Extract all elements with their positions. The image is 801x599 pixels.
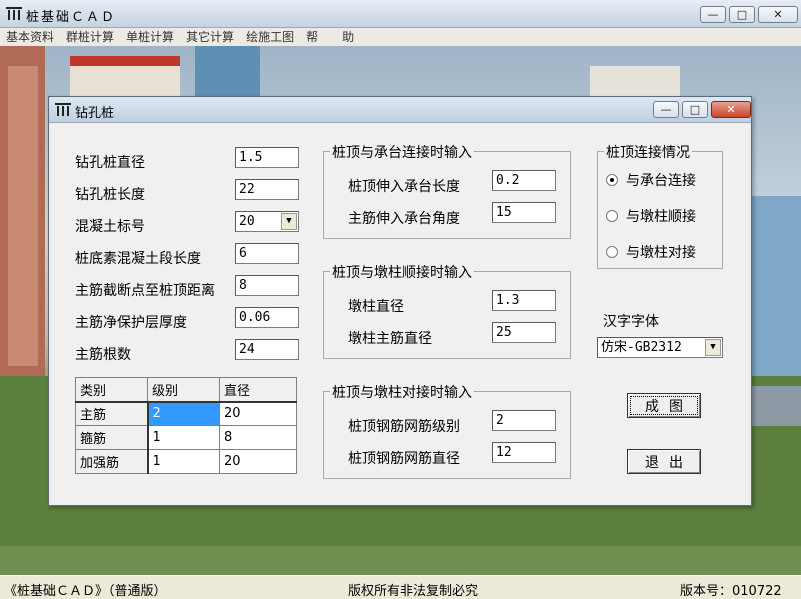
table-cell[interactable]: 20 — [219, 449, 297, 474]
radio-pier-butt[interactable]: 与墩柱对接 — [606, 242, 696, 262]
close-icon: ✕ — [726, 103, 736, 116]
app-title-bar[interactable]: 桩基础ＣＡＤ — □ ✕ — [0, 0, 801, 28]
table-header-grade: 级别 — [147, 377, 220, 403]
table-cell[interactable]: 1 — [147, 425, 220, 450]
font-value: 仿宋-GB2312 — [601, 340, 682, 355]
status-copyright: 版权所有非法复制必究 — [348, 584, 479, 599]
menu-single-pile-calc[interactable]: 单桩计算 — [120, 28, 180, 46]
status-bar: 《桩基础ＣＡＤ》（普通版） 版权所有非法复制必究 版本号：010722 — [0, 575, 801, 599]
dialog-maximize-button[interactable]: □ — [682, 101, 708, 118]
plain-concrete-length-input[interactable]: 6 — [235, 243, 299, 264]
dialog-body: 钻孔桩直径 1.5 钻孔桩长度 22 混凝土标号 20 ▼ 桩底素混凝土段长度 … — [55, 125, 747, 501]
dialog-icon — [55, 103, 71, 116]
chevron-down-icon[interactable]: ▼ — [705, 339, 721, 356]
menu-group-pile-calc[interactable]: 群桩计算 — [60, 28, 120, 46]
chevron-down-icon[interactable]: ▼ — [281, 213, 297, 230]
table-row: 加强筋 1 20 — [75, 449, 297, 474]
radio-cap-connection[interactable]: 与承台连接 — [606, 170, 696, 190]
menu-drawing[interactable]: 绘施工图 — [240, 28, 300, 46]
dialog-minimize-button[interactable]: — — [653, 101, 679, 118]
pier-butt-group-title: 桩顶与墩柱对接时输入 — [330, 382, 474, 402]
radio-icon — [606, 210, 618, 222]
radio-pier-smooth[interactable]: 与墩柱顺接 — [606, 206, 696, 226]
concrete-grade-label: 混凝土标号 — [75, 219, 145, 235]
maximize-button[interactable]: □ — [729, 6, 755, 23]
cap-connection-group: 桩顶与承台连接时输入 桩顶伸入承台长度 0.2 主筋伸入承台角度 15 — [323, 142, 571, 239]
menu-other-calc[interactable]: 其它计算 — [180, 28, 240, 46]
minimize-button[interactable]: — — [700, 6, 726, 23]
table-row-header: 加强筋 — [75, 449, 149, 474]
radio-label: 与墩柱对接 — [626, 245, 696, 261]
pier-smooth-group-title: 桩顶与墩柱顺接时输入 — [330, 262, 474, 282]
radio-selected-icon — [606, 174, 618, 186]
table-header-category: 类别 — [75, 377, 148, 403]
cap-bar-angle-label: 主筋伸入承台角度 — [348, 211, 460, 227]
table-row-header: 箍筋 — [75, 425, 149, 450]
cover-thickness-input[interactable]: 0.06 — [235, 307, 299, 328]
table-cell[interactable]: 8 — [219, 425, 297, 450]
pier-diameter-label: 墩柱直径 — [348, 299, 404, 315]
cap-bar-angle-input[interactable]: 15 — [492, 202, 556, 223]
connection-type-group: 桩顶连接情况 与承台连接 与墩柱顺接 与墩柱对接 — [597, 142, 723, 269]
minimize-icon: — — [707, 8, 719, 21]
table-row-header: 主筋 — [75, 401, 149, 426]
pile-diameter-label: 钻孔桩直径 — [75, 155, 145, 171]
cover-thickness-label: 主筋净保护层厚度 — [75, 315, 187, 331]
table-cell[interactable]: 20 — [219, 401, 297, 426]
pile-diameter-input[interactable]: 1.5 — [235, 147, 299, 168]
cap-connection-group-title: 桩顶与承台连接时输入 — [330, 142, 474, 162]
pier-diameter-input[interactable]: 1.3 — [492, 290, 556, 311]
pile-length-input[interactable]: 22 — [235, 179, 299, 200]
mesh-grade-input[interactable]: 2 — [492, 410, 556, 431]
close-button[interactable]: ✕ — [758, 6, 798, 23]
app-title: 桩基础ＣＡＤ — [26, 10, 117, 25]
exit-button[interactable]: 退出 — [627, 449, 701, 474]
mesh-grade-label: 桩顶钢筋网筋级别 — [348, 419, 460, 435]
concrete-grade-select[interactable]: 20 ▼ — [235, 211, 299, 232]
pier-bar-diameter-input[interactable]: 25 — [492, 322, 556, 343]
table-cell[interactable]: 1 — [147, 449, 220, 474]
minimize-icon: — — [660, 103, 672, 116]
status-version: 版本号：010722 — [680, 584, 782, 599]
bored-pile-dialog: 钻孔桩 — □ ✕ 钻孔桩直径 1.5 钻孔桩长度 22 混凝土标号 20 ▼ … — [48, 96, 752, 506]
pier-bar-diameter-label: 墩柱主筋直径 — [348, 331, 432, 347]
table-header-diameter: 直径 — [219, 377, 297, 403]
cutoff-distance-label: 主筋截断点至桩顶距离 — [75, 283, 215, 299]
dialog-title-bar[interactable]: 钻孔桩 — □ ✕ — [49, 97, 751, 123]
pile-length-label: 钻孔桩长度 — [75, 187, 145, 203]
cutoff-distance-input[interactable]: 8 — [235, 275, 299, 296]
dialog-close-button[interactable]: ✕ — [711, 101, 751, 118]
draw-button[interactable]: 成图 — [627, 393, 701, 418]
font-select[interactable]: 仿宋-GB2312 ▼ — [597, 337, 723, 358]
table-row: 主筋 2 20 — [75, 401, 297, 426]
font-label: 汉字字体 — [603, 314, 659, 330]
dialog-title: 钻孔桩 — [75, 106, 115, 121]
table-cell[interactable]: 2 — [147, 401, 220, 426]
connection-type-group-title: 桩顶连接情况 — [604, 142, 692, 162]
cap-embed-length-label: 桩顶伸入承台长度 — [348, 179, 460, 195]
menu-bar: 基本资料 群桩计算 单桩计算 其它计算 绘施工图 帮 助 — [0, 28, 801, 46]
pier-butt-group: 桩顶与墩柱对接时输入 桩顶钢筋网筋级别 2 桩顶钢筋网筋直径 12 — [323, 382, 571, 479]
mesh-diameter-input[interactable]: 12 — [492, 442, 556, 463]
radio-label: 与承台连接 — [626, 173, 696, 189]
mesh-diameter-label: 桩顶钢筋网筋直径 — [348, 451, 460, 467]
close-icon: ✕ — [773, 8, 783, 21]
maximize-icon: □ — [689, 103, 701, 116]
radio-label: 与墩柱顺接 — [626, 209, 696, 225]
table-row: 箍筋 1 8 — [75, 425, 297, 450]
cap-embed-length-input[interactable]: 0.2 — [492, 170, 556, 191]
maximize-icon: □ — [736, 8, 748, 21]
app-icon — [6, 7, 22, 20]
menu-basic-data[interactable]: 基本资料 — [0, 28, 60, 46]
radio-icon — [606, 246, 618, 258]
pier-smooth-group: 桩顶与墩柱顺接时输入 墩柱直径 1.3 墩柱主筋直径 25 — [323, 262, 571, 359]
menu-help[interactable]: 帮 助 — [300, 28, 360, 46]
concrete-grade-value: 20 — [239, 214, 255, 229]
rebar-table: 类别 级别 直径 主筋 2 20 箍筋 1 8 加强筋 1 20 — [75, 377, 297, 474]
bar-count-label: 主筋根数 — [75, 347, 131, 363]
plain-concrete-length-label: 桩底素混凝土段长度 — [75, 251, 201, 267]
bar-count-input[interactable]: 24 — [235, 339, 299, 360]
status-app-name: 《桩基础ＣＡＤ》（普通版） — [4, 584, 167, 599]
